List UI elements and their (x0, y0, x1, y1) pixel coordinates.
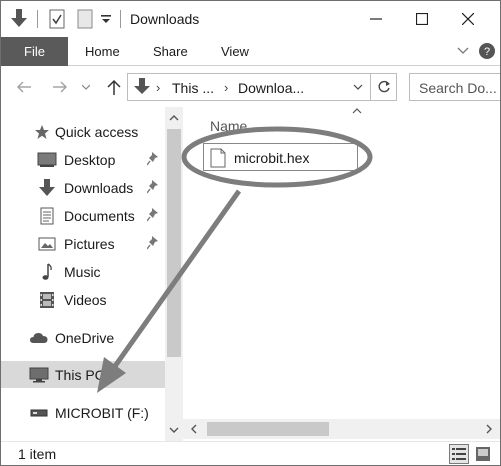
file-name: microbit.hex (234, 150, 310, 166)
search-box[interactable]: Search Do... (409, 73, 500, 101)
column-header-name[interactable]: Name (210, 118, 247, 134)
scroll-thumb[interactable] (207, 422, 329, 436)
picture-icon (37, 234, 57, 254)
nav-item-desktop[interactable]: Desktop (1, 146, 165, 173)
address-history-dropdown[interactable] (347, 74, 369, 100)
nav-item-label: Downloads (64, 180, 134, 196)
nav-item-videos[interactable]: Videos (1, 286, 165, 313)
nav-item-label: Videos (64, 292, 107, 308)
status-bar: 1 item (1, 441, 500, 465)
nav-item-label: Documents (64, 208, 135, 224)
search-placeholder: Search Do... (419, 80, 497, 96)
nav-item-music[interactable]: Music (1, 258, 165, 285)
download-arrow-icon (134, 78, 150, 99)
drive-icon (29, 403, 49, 423)
forward-button[interactable] (49, 77, 71, 97)
refresh-button[interactable] (370, 73, 396, 101)
desktop-icon (37, 150, 57, 170)
nav-item-downloads[interactable]: Downloads (1, 174, 165, 201)
recent-locations-dropdown[interactable] (79, 77, 93, 97)
pin-icon[interactable] (147, 152, 159, 166)
nav-item-label: Pictures (64, 236, 115, 252)
help-icon[interactable]: ? (477, 41, 497, 61)
horizontal-scrollbar[interactable] (183, 419, 500, 439)
large-icons-view-icon (476, 447, 490, 461)
close-button[interactable] (445, 1, 491, 37)
scroll-down-button[interactable] (165, 419, 183, 441)
nav-item-label: Desktop (64, 152, 116, 168)
pin-icon[interactable] (147, 208, 159, 222)
maximize-button[interactable] (399, 1, 445, 37)
nav-item-onedrive[interactable]: OneDrive (1, 324, 165, 351)
title-bar: Downloads (1, 1, 500, 37)
window-title: Downloads (130, 11, 200, 27)
tab-share[interactable]: Share (153, 44, 188, 59)
properties-checkmark-icon[interactable] (47, 9, 67, 29)
scroll-thumb[interactable] (167, 129, 181, 357)
nav-item-label: OneDrive (55, 330, 115, 346)
navigation-pane: Quick access Desktop Downloads Documents (1, 107, 165, 441)
details-view-icon (452, 448, 466, 460)
item-count: 1 item (18, 446, 57, 462)
document-icon (37, 206, 57, 226)
nav-item-label: Quick access (55, 124, 139, 140)
title-separator (37, 10, 38, 28)
nav-item-pictures[interactable]: Pictures (1, 230, 165, 257)
scroll-right-button[interactable] (478, 419, 500, 439)
back-button[interactable] (13, 77, 35, 97)
star-icon (32, 122, 52, 142)
music-note-icon (37, 262, 57, 282)
svg-text:?: ? (484, 46, 490, 58)
up-button[interactable] (103, 77, 125, 97)
sort-ascending-icon (352, 105, 362, 117)
pin-icon[interactable] (147, 180, 159, 194)
scroll-left-button[interactable] (183, 419, 205, 439)
download-arrow-icon (37, 178, 57, 198)
nav-pane-scrollbar[interactable] (165, 107, 183, 441)
tab-file[interactable]: File (1, 37, 68, 66)
nav-item-quick-access[interactable]: Quick access (1, 118, 165, 145)
tab-view[interactable]: View (221, 44, 249, 59)
scroll-up-button[interactable] (165, 107, 183, 129)
new-folder-icon[interactable] (75, 9, 95, 29)
monitor-icon (29, 365, 49, 385)
cloud-icon (29, 328, 49, 348)
breadcrumb-chevron-icon[interactable]: › (224, 80, 228, 95)
file-list-area: Name microbit.hex (183, 107, 500, 441)
nav-item-label: This PC (55, 367, 105, 383)
film-icon (37, 290, 57, 310)
ribbon-tabs: File Home Share View ? (1, 37, 500, 66)
nav-item-microbit-drive[interactable]: MICROBIT (F:) (1, 399, 165, 426)
minimize-button[interactable] (353, 1, 399, 37)
title-separator (120, 10, 121, 28)
nav-item-label: MICROBIT (F:) (55, 405, 149, 421)
nav-item-documents[interactable]: Documents (1, 202, 165, 229)
download-arrow-icon (9, 9, 29, 29)
tab-home[interactable]: Home (85, 44, 120, 59)
breadcrumb-chevron-icon[interactable]: › (156, 80, 160, 95)
file-icon (210, 148, 226, 168)
file-item[interactable]: microbit.hex (203, 143, 358, 171)
quick-access-toolbar-dropdown-icon[interactable] (99, 9, 113, 29)
breadcrumb-downloads[interactable]: Downloa... (238, 80, 304, 96)
large-icons-view-button[interactable] (473, 444, 493, 464)
pin-icon[interactable] (147, 236, 159, 250)
expand-ribbon-chevron-icon[interactable] (455, 41, 471, 61)
nav-item-this-pc[interactable]: This PC (1, 361, 165, 388)
explorer-window: Downloads File Home Share View ? › This … (0, 0, 501, 466)
breadcrumb-this-pc[interactable]: This ... (172, 80, 214, 96)
details-view-button[interactable] (449, 444, 469, 464)
nav-item-label: Music (64, 264, 101, 280)
